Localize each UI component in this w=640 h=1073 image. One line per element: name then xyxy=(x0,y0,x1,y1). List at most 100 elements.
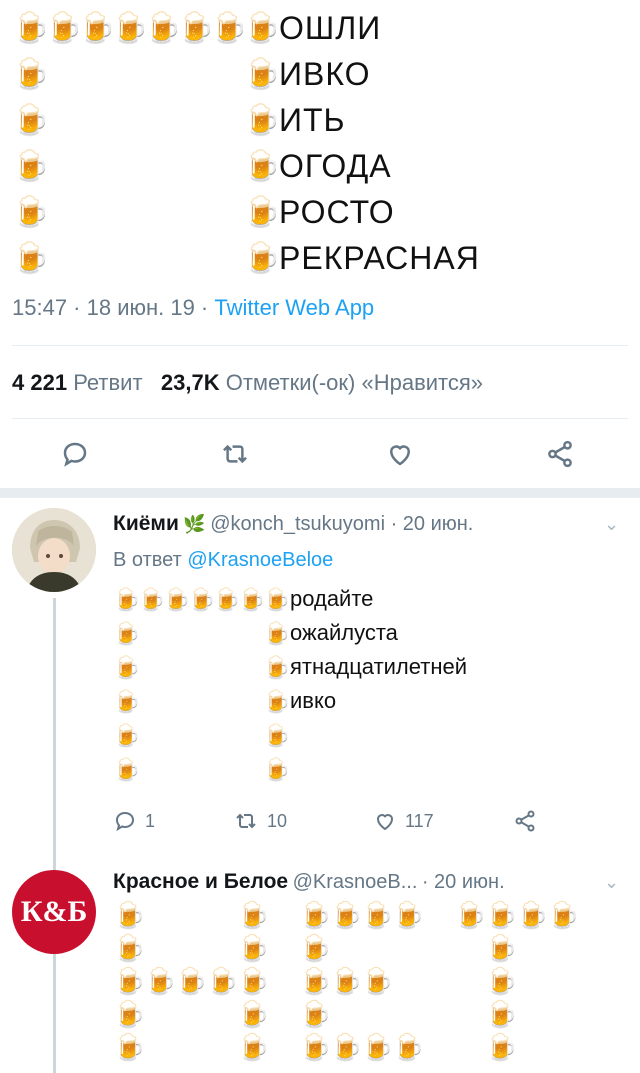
likes-count: 23,7K xyxy=(160,370,220,395)
beer-mug-icon: 🍺 xyxy=(330,966,363,996)
chevron-down-icon[interactable]: ⌄ xyxy=(604,872,619,893)
handle[interactable]: @konch_tsukuyomi · 20 июн. xyxy=(210,513,473,535)
retweet-button[interactable] xyxy=(150,432,320,476)
beer-mug-icon: 🍺 xyxy=(237,999,270,1029)
tweet-stats: 4 221 Ретвит 23,7K Отметки(-ок) «Нравитс… xyxy=(12,370,483,396)
divider xyxy=(12,345,628,346)
beer-mug-icon: 🍺 xyxy=(485,999,518,1029)
reply-to-line: В ответ @KrasnoeBeloe xyxy=(113,549,333,572)
beer-mug-icon: 🍺 xyxy=(113,722,141,748)
beer-mug-icon: 🍺 xyxy=(113,1032,146,1062)
beer-mug-icon: 🍺 xyxy=(237,900,270,930)
likes-label: Отметки(-ок) «Нравится» xyxy=(225,370,484,395)
beer-mug-icon: 🍺 xyxy=(138,586,166,612)
reply-button[interactable]: 1 xyxy=(113,806,233,836)
poem-line-2: 🍺 🍺 ИВКО xyxy=(12,54,371,94)
beer-mug-icon: 🍺 xyxy=(485,900,518,930)
beer-mug-icon: 🍺 xyxy=(210,11,248,45)
poem-word: ожайлуста xyxy=(290,620,398,645)
beer-mug-icon: 🍺 xyxy=(12,11,50,45)
like-count: 117 xyxy=(405,810,434,831)
poem-line-4: 🍺 🍺 ОГОДА xyxy=(12,146,392,186)
beer-mug-icon: 🍺 xyxy=(243,241,281,275)
poem-word: ятнадцатилетней xyxy=(290,654,468,679)
display-name[interactable]: Киёми xyxy=(113,512,179,535)
beer-mug-icon: 🍺 xyxy=(299,1032,332,1062)
section-separator xyxy=(0,488,640,498)
share-icon xyxy=(548,440,572,468)
beer-mug-icon: 🍺 xyxy=(547,900,580,930)
beer-mug-icon: 🍺 xyxy=(330,900,363,930)
reply-count: 1 xyxy=(145,810,156,831)
chevron-down-icon[interactable]: ⌄ xyxy=(604,514,619,535)
beer-mug-icon: 🍺 xyxy=(175,966,208,996)
poem-word: ОГОДА xyxy=(279,147,392,184)
retweet-icon xyxy=(236,813,256,829)
reply-icon xyxy=(63,442,87,467)
poem-word: ИТЬ xyxy=(279,101,346,138)
beer-mug-icon: 🍺 xyxy=(243,11,281,45)
poem-line-3: 🍺 🍺 ИТЬ xyxy=(12,100,346,140)
beer-mug-icon: 🍺 xyxy=(243,57,281,91)
beer-mug-icon: 🍺 xyxy=(454,900,487,930)
beer-mug-icon: 🍺 xyxy=(485,1032,518,1062)
time[interactable]: · 20 июн. xyxy=(422,871,505,893)
beer-mug-icon: 🍺 xyxy=(263,620,291,646)
beer-mug-icon: 🍺 xyxy=(113,933,146,963)
like-button[interactable] xyxy=(320,432,480,476)
reply-icon xyxy=(115,811,135,832)
beer-mug-icon: 🍺 xyxy=(45,11,83,45)
poem-word: родайте xyxy=(290,586,374,611)
retweets-stat[interactable]: 4 221 Ретвит xyxy=(12,370,143,395)
beer-mug-icon: 🍺 xyxy=(163,586,191,612)
reply-poem-line-3: 🍺 🍺 ятнадцатилетней xyxy=(113,652,467,682)
beer-mug-icon: 🍺 xyxy=(361,1032,394,1062)
beer-mug-icon: 🍺 xyxy=(361,900,394,930)
avatar[interactable]: К&Б xyxy=(12,870,96,954)
beer-mug-icon: 🍺 xyxy=(237,966,270,996)
reply-poem-line-2: 🍺 🍺 ожайлуста xyxy=(113,618,398,648)
avatar-logo-text: К&Б xyxy=(20,895,88,928)
beer-mug-icon: 🍺 xyxy=(113,900,146,930)
display-name[interactable]: Красное и Белое xyxy=(113,870,288,893)
beer-mug-icon: 🍺 xyxy=(213,586,241,612)
beer-mug-icon: 🍺 xyxy=(113,620,141,646)
reply-to-link[interactable]: @KrasnoeBeloe xyxy=(187,549,333,571)
beer-mug-icon: 🍺 xyxy=(206,966,239,996)
beer-mug-icon: 🍺 xyxy=(485,966,518,996)
beer-mug-icon: 🍺 xyxy=(361,966,394,996)
beer-mug-icon: 🍺 xyxy=(177,11,215,45)
beer-mug-icon: 🍺 xyxy=(299,999,332,1029)
share-icon xyxy=(515,810,535,832)
retweet-count: 10 xyxy=(267,810,288,831)
beer-mug-icon: 🍺 xyxy=(299,966,332,996)
reply-prefix: В ответ xyxy=(113,549,182,571)
beer-mug-icon: 🍺 xyxy=(263,586,291,612)
likes-stat[interactable]: 23,7K Отметки(-ок) «Нравится» xyxy=(161,370,483,395)
beer-mug-icon: 🍺 xyxy=(113,966,146,996)
reply-button[interactable] xyxy=(0,432,150,476)
avatar-image xyxy=(12,508,96,592)
beer-mug-icon: 🍺 xyxy=(243,195,281,229)
beer-mug-icon: 🍺 xyxy=(392,1032,425,1062)
poem-word: ИВКО xyxy=(279,55,371,92)
like-button[interactable]: 117 xyxy=(373,806,513,836)
beer-mug-icon: 🍺 xyxy=(78,11,116,45)
beer-mug-icon: 🍺 xyxy=(113,999,146,1029)
beer-mug-icon: 🍺 xyxy=(263,688,291,714)
tweet-timestamp[interactable]: 15:47 · 18 июн. 19 · xyxy=(12,295,208,320)
poem-word: РЕКРАСНАЯ xyxy=(279,239,480,276)
handle[interactable]: @KrasnoeB... xyxy=(293,871,418,893)
beer-mug-icon: 🍺 xyxy=(238,586,266,612)
share-button[interactable] xyxy=(480,432,640,476)
beer-mug-icon: 🍺 xyxy=(243,103,281,137)
reply-header: Киёми 🌿 @konch_tsukuyomi · 20 июн. xyxy=(113,512,473,536)
beer-mug-icon: 🍺 xyxy=(299,900,332,930)
beer-mug-icon: 🍺 xyxy=(392,900,425,930)
avatar[interactable] xyxy=(12,508,96,592)
tweet-meta: 15:47 · 18 июн. 19 · Twitter Web App xyxy=(12,295,374,321)
beer-mug-icon: 🍺 xyxy=(144,11,182,45)
share-button[interactable] xyxy=(513,806,573,836)
tweet-source[interactable]: Twitter Web App xyxy=(214,295,374,320)
retweet-button[interactable]: 10 xyxy=(233,806,373,836)
